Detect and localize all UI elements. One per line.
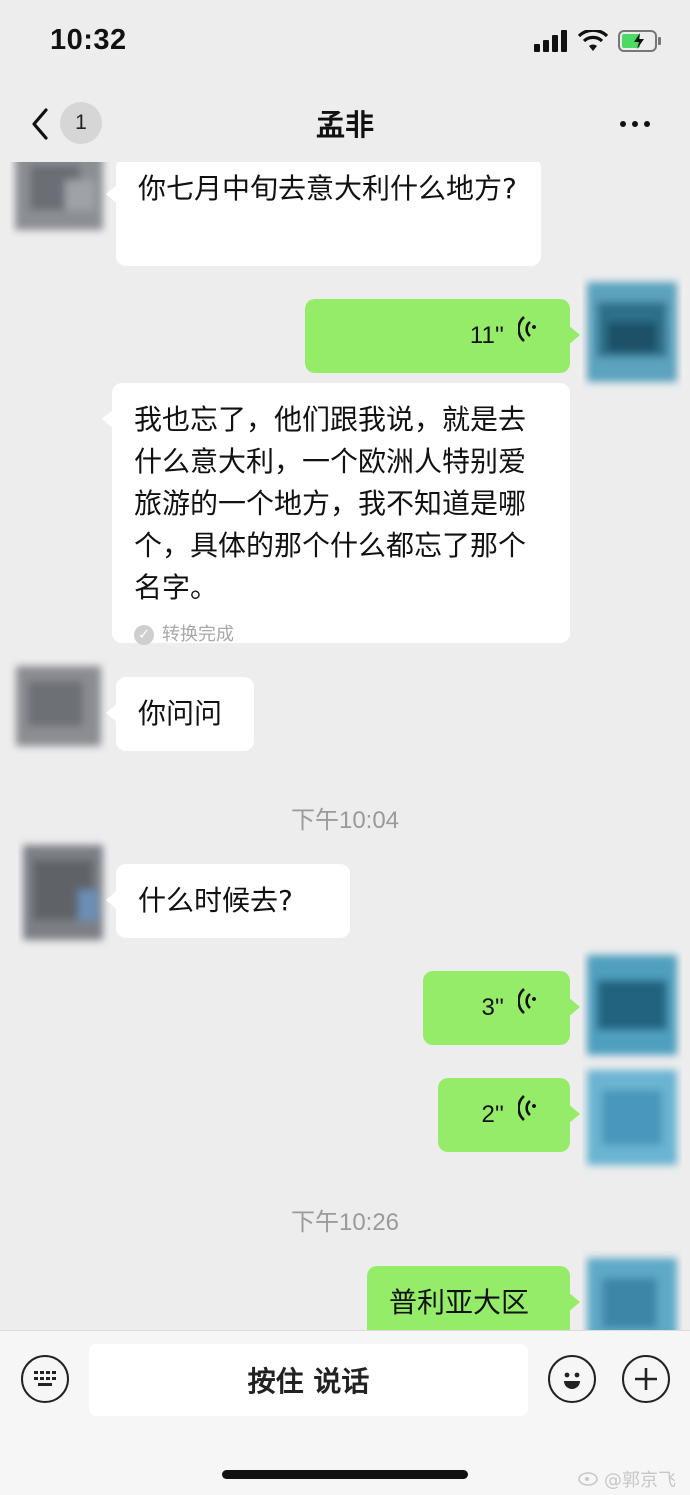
sent-voice-message[interactable]: 3'' [423,971,580,1045]
nav-bar: 1 孟非 [0,86,690,162]
my-avatar[interactable] [582,1248,682,1330]
status-time: 10:32 [50,24,127,56]
contact-avatar[interactable] [18,830,110,950]
convert-status-label: 转换完成 [162,624,234,645]
sent-voice-message[interactable]: 2'' [438,1078,580,1152]
message-text: 我也忘了，他们跟我说，就是去什么意大利，一个欧洲人特别爱旅游的一个地方，我不知道… [134,403,527,604]
voice-wave-icon [517,987,542,1029]
home-indicator [222,1470,468,1479]
emoji-button[interactable] [548,1355,596,1403]
plus-icon [635,1368,657,1390]
message-text: 你七月中旬去意大利什么地方? [138,172,517,205]
wifi-icon [577,28,609,56]
received-message[interactable]: 什么时候去? [106,864,350,938]
more-dot [644,121,650,127]
smiley-icon [564,1372,580,1389]
received-message[interactable]: 你问问 [106,677,254,751]
more-options-button[interactable] [620,114,660,134]
signal-icon [534,30,568,56]
sent-message[interactable]: 普利亚大区 [367,1266,580,1330]
voice-wave-icon [517,315,542,357]
contact-avatar[interactable] [8,656,108,756]
sent-voice-message[interactable]: 11'' [305,299,580,373]
my-avatar[interactable] [582,945,682,1065]
battery-charging-icon [618,30,662,56]
received-message[interactable]: 你七月中旬去意大利什么地方? [106,158,541,266]
keyboard-toggle-button[interactable] [21,1355,69,1403]
watermark-text: @郭京飞 [604,1470,676,1491]
voice-wave-icon [517,1094,542,1136]
chat-title: 孟非 [315,108,374,142]
message-text: 你问问 [138,697,223,730]
voice-duration: 3'' [481,994,504,1021]
weibo-icon [578,1468,600,1491]
convert-status: ✓ 转换完成 [134,623,548,647]
keyboard-icon [34,1371,56,1386]
more-dot [620,121,626,127]
message-text: 什么时候去? [138,884,293,917]
check-icon: ✓ [134,625,154,645]
voice-to-text-message[interactable]: 我也忘了，他们跟我说，就是去什么意大利，一个欧洲人特别爱旅游的一个地方，我不知道… [102,383,570,645]
voice-duration: 2'' [481,1101,504,1128]
more-dot [632,121,638,127]
chat-area[interactable]: 你七月中旬去意大利什么地方? 11'' 我也忘了，他们跟我说，就是去什么意大利，… [0,0,690,1330]
voice-duration: 11'' [469,322,504,349]
status-bar: 10:32 [0,0,690,86]
my-avatar[interactable] [582,272,682,392]
my-avatar[interactable] [582,1060,682,1178]
message-text: 普利亚大区 [389,1286,530,1319]
hold-to-talk-button[interactable]: 按住 说话 [89,1344,528,1416]
watermark: @郭京飞 [578,1466,676,1492]
status-icons [534,28,662,56]
more-functions-button[interactable] [622,1355,670,1403]
timestamp: 下午10:26 [290,1209,400,1236]
